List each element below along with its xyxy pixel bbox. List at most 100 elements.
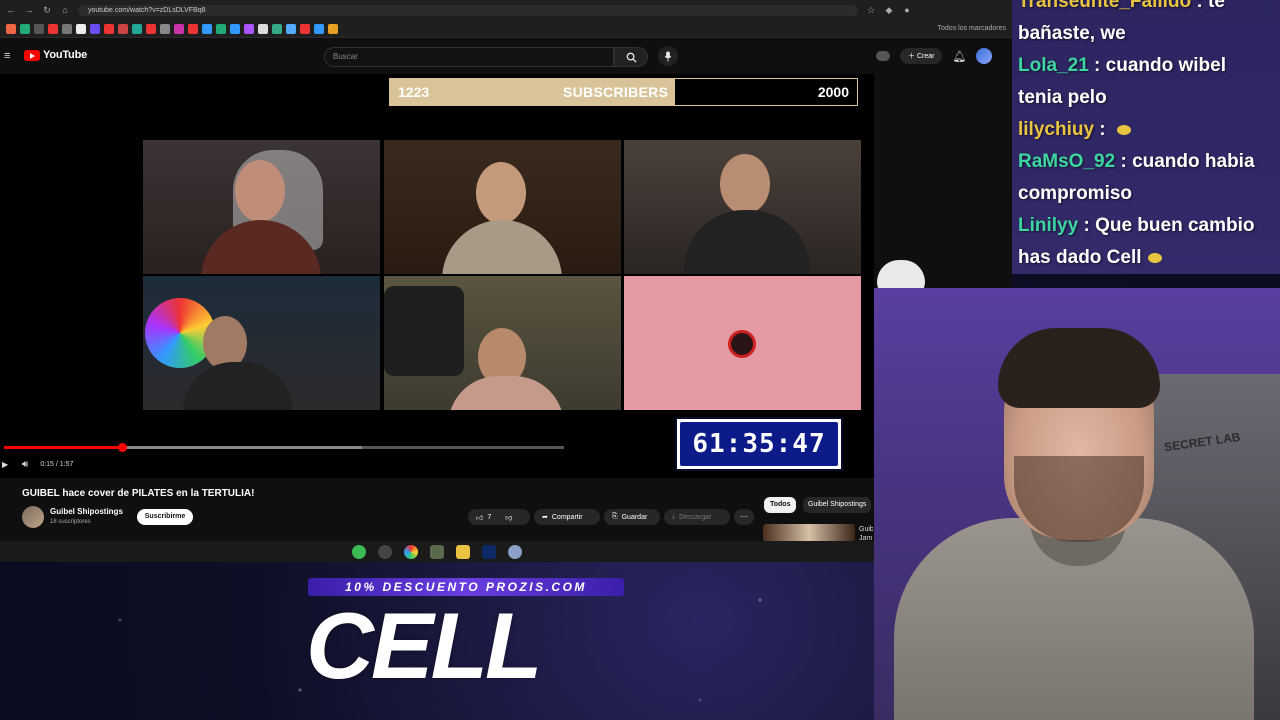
search-button[interactable]: [614, 47, 648, 67]
video-title: GUIBEL hace cover de PILATES en la TERTU…: [22, 488, 255, 499]
all-bookmarks-link[interactable]: Todos los marcadores: [938, 25, 1006, 32]
timer-panel: 61:35:47: [680, 422, 838, 466]
chrome-icon[interactable]: [404, 544, 418, 559]
account-avatar[interactable]: [976, 48, 993, 64]
more-actions-button[interactable]: ⋯: [734, 509, 754, 525]
chat-message: has dado Cell: [1018, 242, 1280, 274]
chat-username[interactable]: RaMsO_92: [1018, 151, 1115, 172]
share-label: Compartir: [551, 513, 583, 521]
chat-separator: :: [1191, 0, 1209, 12]
photoshop-icon[interactable]: [482, 544, 496, 559]
folder-icon[interactable]: [456, 544, 470, 559]
bookmark-icon[interactable]: [216, 23, 226, 34]
chat-username[interactable]: lilychiuy: [1018, 119, 1094, 140]
voice-search-button[interactable]: [658, 46, 678, 66]
bookmark-icon[interactable]: [328, 23, 338, 34]
recommended-thumbnail[interactable]: [763, 524, 855, 542]
chat-username[interactable]: Linilyy: [1018, 215, 1078, 236]
video-player[interactable]: 1223 SUBSCRIBERS 2000 61:35:47 ▶ 🔊︎ 0:15…: [0, 74, 925, 478]
player-controls: ▶ 🔊︎ 0:15 / 1:57: [0, 457, 73, 471]
download-button[interactable]: ⤓ Descargar: [664, 509, 730, 525]
cast-icon[interactable]: [876, 51, 890, 61]
address-bar[interactable]: youtube.com/watch?v=zDLsDLVFBq8: [78, 4, 858, 16]
bookmark-icon[interactable]: [188, 23, 198, 34]
video-tile: [384, 140, 621, 274]
bookmark-star-icon[interactable]: ☆: [866, 5, 876, 16]
video-tile: [624, 276, 861, 410]
volume-icon[interactable]: 🔊︎: [22, 459, 28, 470]
bookmark-icon[interactable]: [34, 23, 44, 34]
bookmark-icon[interactable]: [314, 23, 324, 34]
chip-channel[interactable]: Guibel Shipostings: [803, 497, 872, 513]
bookmark-icon[interactable]: [20, 23, 30, 34]
share-button[interactable]: ➦ Compartir: [534, 509, 600, 525]
extensions-icon[interactable]: ◆: [884, 5, 894, 16]
bookmark-icon[interactable]: [258, 23, 268, 34]
streamer-hair: [998, 328, 1160, 408]
bookmark-icon[interactable]: [300, 23, 310, 34]
browser-toolbar: ← → ↻ ⌂ youtube.com/watch?v=zDLsDLVFBq8 …: [0, 0, 1012, 20]
subscribe-button[interactable]: Suscribirme: [137, 509, 193, 525]
seek-bar[interactable]: [4, 443, 564, 452]
back-icon[interactable]: ←: [6, 5, 16, 15]
subscriber-goal-bar: 1223 SUBSCRIBERS 2000: [389, 78, 858, 106]
stream-frame: ← → ↻ ⌂ youtube.com/watch?v=zDLsDLVFBq8 …: [0, 0, 1280, 720]
bookmark-icon[interactable]: [286, 23, 296, 34]
thumbs-down-icon[interactable]: 👎︎: [505, 513, 512, 522]
play-icon[interactable]: ▶: [2, 460, 10, 469]
video-tile: [384, 276, 621, 410]
like-button[interactable]: 👍︎ 7 👎︎: [468, 509, 530, 525]
bookmark-icon[interactable]: [62, 23, 72, 34]
bookmark-icon[interactable]: [174, 23, 184, 34]
bookmark-icon[interactable]: [230, 23, 240, 34]
bookmark-icon[interactable]: [132, 23, 142, 34]
search-input[interactable]: Buscar: [324, 47, 614, 67]
bookmark-icon[interactable]: [76, 23, 86, 34]
bookmark-icon[interactable]: [104, 23, 114, 34]
seek-handle[interactable]: [117, 443, 127, 452]
chip-all[interactable]: Todos: [764, 497, 797, 513]
chat-separator: :: [1115, 151, 1133, 172]
notifications-icon[interactable]: 🔔︎: [952, 50, 966, 63]
home-icon[interactable]: ⌂: [60, 5, 70, 15]
bookmark-icon[interactable]: [160, 23, 170, 34]
chat-username[interactable]: Lola_21: [1018, 55, 1089, 76]
chat-username[interactable]: Transeunte_Fallido: [1018, 0, 1191, 12]
muted-avatar: [728, 330, 756, 358]
timer-value: 61:35:47: [692, 429, 826, 459]
bookmark-icon[interactable]: [244, 23, 254, 34]
channel-name[interactable]: Guibel Shipostings: [50, 507, 123, 516]
channel-avatar[interactable]: [22, 506, 44, 528]
app-icon[interactable]: [378, 544, 392, 559]
profile-icon[interactable]: ●: [902, 5, 912, 15]
chat-message: RaMsO_92 : cuando habia: [1018, 146, 1280, 178]
chat-text: cuando habia: [1132, 151, 1255, 172]
forward-icon[interactable]: →: [24, 5, 34, 15]
bookmark-icon[interactable]: [202, 23, 212, 34]
app-icon[interactable]: [352, 544, 366, 559]
bookmark-icon[interactable]: [118, 23, 128, 34]
save-button[interactable]: ⎘ Guardar: [604, 509, 660, 525]
app-icon[interactable]: [508, 544, 522, 559]
bookmark-icon[interactable]: [6, 23, 16, 34]
video-tile: [143, 140, 380, 274]
chat-message: tenia pelo: [1018, 82, 1280, 114]
chat-message: bañaste, we: [1018, 18, 1280, 50]
bookmark-icon[interactable]: [90, 23, 100, 34]
chat-text: bañaste, we: [1018, 23, 1126, 44]
chat-message: lilychiuy :: [1018, 114, 1280, 146]
save-label: Guardar: [621, 513, 648, 521]
bookmark-icon[interactable]: [272, 23, 282, 34]
chat-message: Lola_21 : cuando wibel: [1018, 50, 1280, 82]
chat-message: Transeunte_Fallido : te: [1018, 0, 1280, 18]
more-icon: ⋯: [740, 514, 748, 521]
bookmark-icon[interactable]: [146, 23, 156, 34]
menu-icon[interactable]: ≡: [4, 50, 10, 62]
time-display: 0:15 / 1:57: [40, 460, 74, 468]
create-button[interactable]: ＋ Crear: [900, 48, 943, 64]
reload-icon[interactable]: ↻: [42, 5, 52, 16]
youtube-logo[interactable]: YouTube: [24, 49, 87, 61]
app-icon[interactable]: [430, 544, 444, 559]
bookmark-icon[interactable]: [48, 23, 58, 34]
bookmarks-bar: Todos los marcadores: [0, 20, 1012, 38]
